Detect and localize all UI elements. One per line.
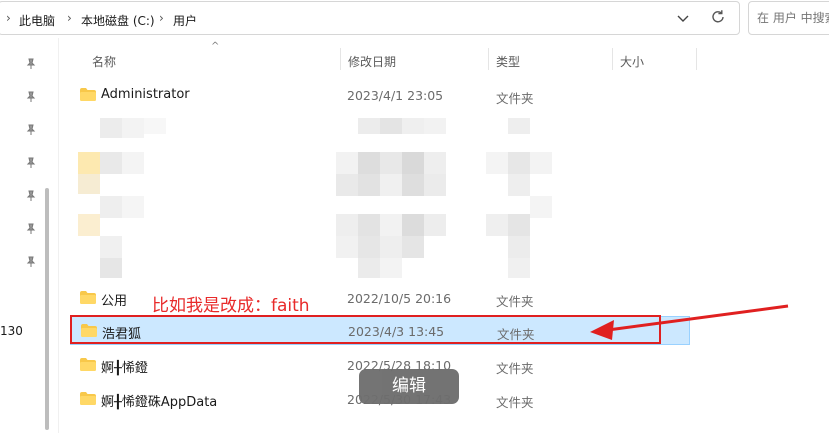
column-divider[interactable]: [488, 48, 489, 70]
column-header: ^ 名称 修改日期 类型 大小: [60, 41, 700, 72]
file-type: 文件夹: [496, 294, 534, 309]
pin-icon[interactable]: [25, 223, 37, 235]
file-date: 2023/4/1 23:05: [347, 88, 444, 103]
column-divider[interactable]: [340, 48, 341, 70]
highlight-box: [70, 315, 661, 344]
address-bar: › 此电脑 › 本地磁盘 (C:) › 用户: [0, 0, 829, 38]
column-divider[interactable]: [612, 48, 613, 70]
chevron-right-icon[interactable]: ›: [159, 11, 164, 25]
column-size[interactable]: 大小: [620, 53, 644, 70]
column-type[interactable]: 类型: [496, 53, 520, 70]
annotation-text: 比如我是改成：faith: [152, 296, 310, 316]
pin-icon[interactable]: [25, 256, 37, 268]
pin-icon[interactable]: [25, 124, 37, 136]
file-name: Administrator: [101, 87, 190, 102]
chevron-down-icon[interactable]: [675, 10, 691, 26]
nav-item-label[interactable]: 130: [0, 324, 23, 338]
refresh-icon[interactable]: [709, 8, 727, 26]
file-type: 文件夹: [496, 91, 534, 106]
folder-icon: [80, 358, 96, 371]
folder-icon: [80, 88, 96, 101]
chevron-right-icon[interactable]: ›: [6, 11, 11, 25]
folder-icon: [80, 392, 96, 405]
pin-icon[interactable]: [25, 91, 37, 103]
folder-icon: [80, 291, 96, 304]
pane-divider: [58, 38, 59, 433]
breadcrumb-local-disk[interactable]: 本地磁盘 (C:): [81, 12, 155, 29]
search-input[interactable]: [757, 11, 829, 25]
file-date: 2022/10/5 20:16: [347, 291, 452, 306]
file-name: 公用: [101, 294, 128, 309]
red-arrow-icon: [590, 304, 789, 340]
search-box[interactable]: [748, 1, 829, 35]
pin-icon[interactable]: [25, 58, 37, 70]
sort-ascending-icon: ^: [211, 41, 220, 52]
edit-toast: 编辑: [359, 369, 459, 404]
address-box[interactable]: › 此电脑 › 本地磁盘 (C:) › 用户: [0, 1, 740, 35]
breadcrumb-users[interactable]: 用户: [173, 12, 197, 29]
file-type: 文件夹: [496, 361, 534, 376]
file-name: 婀╂悕鐙: [101, 361, 148, 376]
pin-icon[interactable]: [25, 157, 37, 169]
file-name: 婀╂悕鐙硃AppData: [101, 395, 218, 410]
file-type: 文件夹: [496, 395, 534, 410]
breadcrumb-this-pc[interactable]: 此电脑: [19, 12, 55, 29]
column-name[interactable]: 名称: [92, 53, 116, 70]
navigation-pane: 130: [0, 38, 60, 433]
chevron-right-icon[interactable]: ›: [67, 11, 72, 25]
list-item[interactable]: Administrator 2023/4/1 23:05 文件夹: [70, 81, 690, 109]
column-divider[interactable]: [696, 48, 697, 70]
nav-scrollbar[interactable]: [45, 188, 49, 430]
column-date[interactable]: 修改日期: [348, 53, 396, 70]
pin-icon[interactable]: [25, 190, 37, 202]
